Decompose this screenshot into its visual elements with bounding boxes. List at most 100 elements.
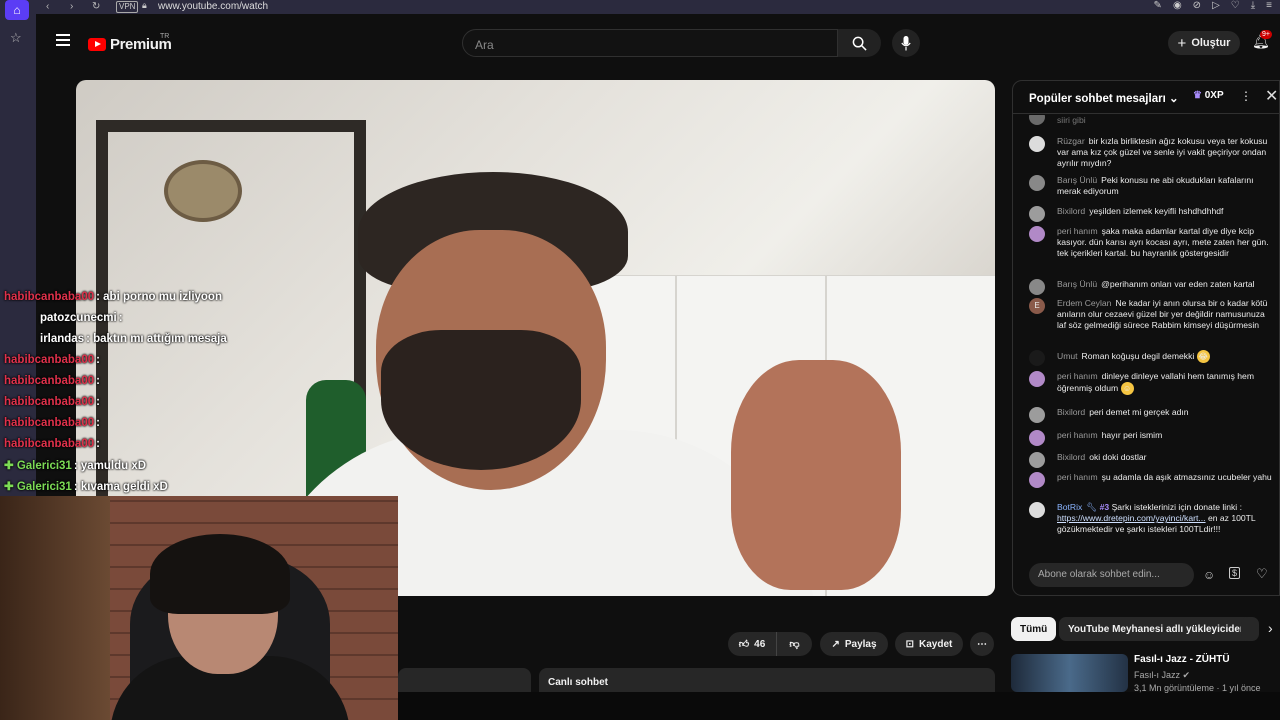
overlay-chat-line: habibcanbaba00: [4,396,100,408]
shield-icon[interactable]: ⊘ [1193,0,1201,11]
region-label: TR [160,33,170,40]
create-button[interactable]: + Oluştur [1168,31,1240,55]
close-icon[interactable]: ✕ [1265,86,1278,106]
overlay-chat-line: habibcanbaba00: [4,438,100,450]
member-badge: #3 [1099,502,1110,512]
donate-link[interactable]: https://www.dretepin.com/yayinci/kart... [1057,513,1206,523]
vpn-badge[interactable]: VPN [116,1,139,13]
star-icon[interactable]: ☆ [10,30,22,46]
browser-toolbar-icons: ✎ ◉ ⊘ ▷ ♡ ⤓ ≡ [1154,0,1272,11]
microphone-button[interactable] [892,29,920,57]
bookmark-icon: ⊡ [905,638,915,650]
hamburger-menu-icon[interactable] [56,34,70,48]
overlay-chat-line: ✚ Galerici31: yamuldu xD [4,460,147,472]
live-chat-panel: Popüler sohbet mesajları ⌄ ♛ 0XP ⋮ ✕ sii… [1012,80,1280,596]
plus-icon: + [1177,34,1187,52]
avatar[interactable] [1029,371,1045,387]
chevron-right-icon[interactable]: › [1268,620,1273,636]
crown-icon: ♛ [1193,90,1202,101]
search-input[interactable]: Ara [462,29,838,57]
chat-input[interactable]: Abone olarak sohbet edin... [1029,563,1194,587]
save-label: Kaydet [919,638,953,650]
overlay-chat-line: patozcunecmi: [40,312,123,324]
chat-menu-icon[interactable]: ⋮ [1240,89,1252,103]
emoji-icon[interactable]: ☺ [1203,568,1215,582]
like-count: 46 [754,638,766,650]
microphone-icon [901,35,911,50]
youtube-play-icon [88,38,106,51]
more-actions-button[interactable]: ⋯ [970,632,994,656]
webcam-overlay [0,496,398,720]
wall-clock-image [164,160,242,222]
avatar[interactable] [1029,206,1045,222]
lock-icon: 🔒︎ [142,0,147,10]
avatar[interactable] [1029,226,1045,242]
overlay-chat-line: habibcanbaba00: [4,417,100,429]
stream-chat-overlay: habibcanbaba00: abi porno mu izliyoon pa… [0,276,260,496]
chat-message-cut: siiri gibi [1029,115,1277,129]
recommended-video[interactable]: Fasıl-ı Jazz - ZÜHTÜ Fasıl-ı Jazz ✔ 3,1 … [1011,652,1280,693]
notification-badge: 9+ [1260,30,1272,39]
live-chat-section[interactable]: Canlı sohbet [539,668,995,692]
home-icon[interactable]: ⌂ [5,0,29,20]
avatar[interactable] [1029,350,1045,366]
youtube-logo[interactable]: Premium TR [88,33,172,53]
address-bar: ‹ › ↻ VPN 🔒︎ www.youtube.com/watch ✎ ◉ ⊘… [36,0,1280,14]
avatar[interactable]: E [1029,298,1045,314]
more-icon: ⋯ [977,638,987,650]
avatar[interactable] [1029,279,1045,295]
chip-partial[interactable] [1241,617,1259,641]
notifications-button[interactable]: 🔔︎ 9+ [1252,30,1272,50]
overlay-chat-line: ✚ Galerici31: kıvama geldi xD [4,481,168,493]
super-chat-icon[interactable]: $ [1229,567,1241,579]
avatar[interactable] [1029,136,1045,152]
bottom-bar [398,692,1280,720]
avatar[interactable] [1029,430,1045,446]
chip-uploader[interactable]: YouTube Meyhanesi adlı yükleyiciden [1059,617,1256,641]
overlay-chat-line: habibcanbaba00: [4,354,100,366]
avatar[interactable] [1029,472,1045,488]
smile-emoji-icon: ☺ [1120,382,1134,396]
video-thumbnail[interactable] [1011,654,1128,692]
avatar[interactable] [1029,452,1045,468]
search-button[interactable] [838,29,881,57]
url-field[interactable]: www.youtube.com/watch [158,1,268,12]
like-button[interactable]: 👍︎ 46 [728,632,776,656]
thumbs-up-hand-image [731,360,901,590]
thumbs-up-icon: 👍︎ [738,639,750,650]
verified-icon: ✔ [1182,670,1191,680]
avatar[interactable] [1029,502,1045,518]
search-icon [852,36,867,51]
reload-icon[interactable]: ↻ [92,1,100,12]
edit-icon[interactable]: ✎ [1154,0,1162,11]
window-frame-image [0,496,110,720]
save-button[interactable]: ⊡ Kaydet [895,632,963,656]
menu-icon[interactable]: ≡ [1266,0,1272,11]
heart-icon[interactable]: ♡ [1256,566,1268,582]
share-button[interactable]: ↗ Paylaş [820,632,888,656]
forward-icon[interactable]: › [70,1,73,12]
streamer-hair-image [150,534,290,614]
chevron-down-icon: ⌄ [1168,93,1179,105]
chat-mode-dropdown[interactable]: Popüler sohbet mesajları ⌄ [1029,91,1179,105]
avatar[interactable] [1029,175,1045,191]
heart-icon[interactable]: ♡ [1231,0,1240,11]
share-icon: ↗ [831,638,840,650]
description-box[interactable] [398,668,531,692]
overlay-chat-line: habibcanbaba00: abi porno mu izliyoon [4,291,222,303]
person-beard-image [381,330,581,470]
avatar[interactable] [1029,407,1045,423]
dislike-button[interactable]: 👎︎ [776,632,812,656]
channel-name[interactable]: Fasıl-ı Jazz ✔ [1134,670,1190,681]
video-meta: 3,1 Mn görüntüleme · 1 yıl önce [1134,683,1261,693]
camera-icon[interactable]: ◉ [1173,0,1182,11]
wrench-icon: 🔧︎ [1086,502,1098,512]
chip-all[interactable]: Tümü [1011,617,1057,641]
download-icon[interactable]: ⤓ [1251,0,1255,11]
play-icon[interactable]: ▷ [1212,0,1220,11]
laughing-emoji-icon: 😂︎ [1196,350,1210,363]
video-title[interactable]: Fasıl-ı Jazz - ZÜHTÜ [1134,654,1230,665]
overlay-chat-line: irlandas: baktın mı attığım mesaja [40,333,227,345]
back-icon[interactable]: ‹ [46,1,49,12]
xp-badge[interactable]: ♛ 0XP [1193,90,1224,101]
